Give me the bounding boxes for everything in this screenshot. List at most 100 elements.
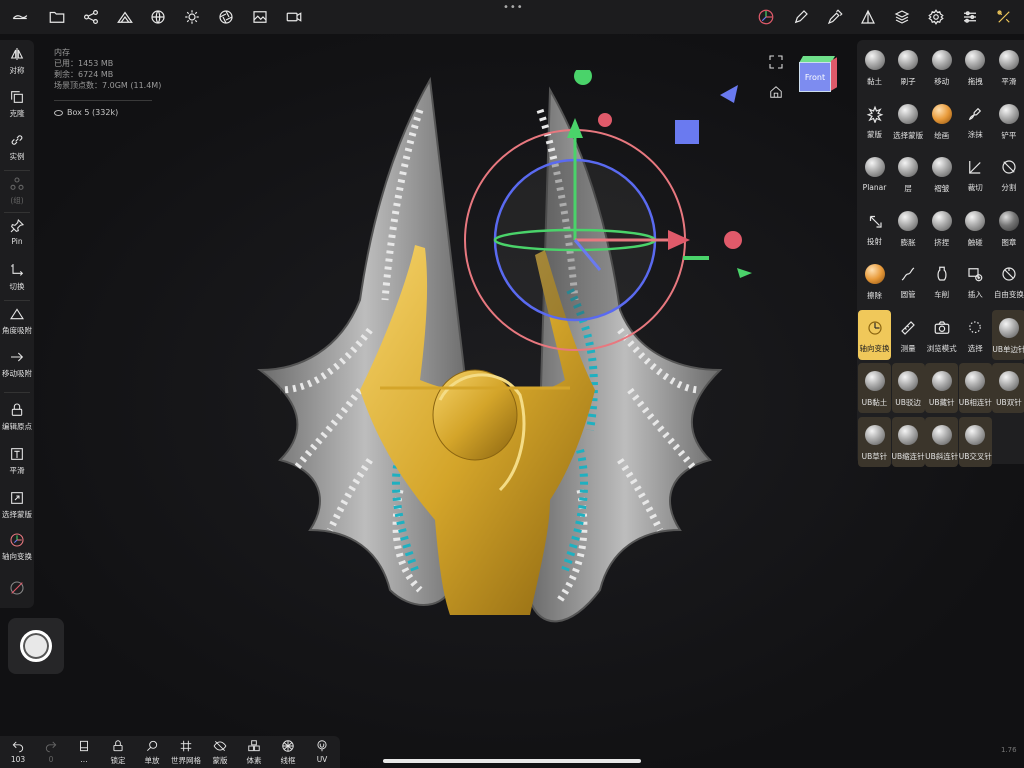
brush-4-3[interactable]: 插入 (959, 256, 992, 306)
multitask-handle[interactable]: ••• (503, 3, 523, 13)
brush-5-3[interactable]: 选择 (959, 310, 992, 360)
gear-icon[interactable] (924, 5, 948, 29)
angle-snap-button[interactable]: 角度吸附 (0, 306, 34, 336)
brush-5-2[interactable]: 浏览模式 (925, 310, 958, 360)
cube-front-face[interactable]: Front (799, 62, 831, 92)
brush-6-1[interactable]: UB驳边 (891, 363, 925, 413)
video-icon[interactable] (282, 5, 306, 29)
brush-7-0[interactable]: UB草针 (858, 416, 891, 467)
instance-button[interactable]: 实例 (0, 132, 34, 162)
clone-button[interactable]: 克隆 (0, 89, 34, 119)
axis-transform-button[interactable]: 轴向变换 (0, 532, 34, 562)
brush-2-3[interactable]: 裁切 (959, 149, 992, 199)
active-object-label[interactable]: Box 5 (332k) (54, 108, 118, 117)
brush-3-2[interactable]: 挤捏 (925, 203, 958, 253)
brush-3-1[interactable]: 膨胀 (892, 203, 925, 253)
color-swatch[interactable] (0, 580, 34, 596)
brush-sphere-icon (864, 50, 885, 70)
topology-icon[interactable] (856, 5, 880, 29)
brush-label: 膨胀 (900, 237, 916, 247)
image-icon[interactable] (248, 5, 272, 29)
globe-icon[interactable] (146, 5, 170, 29)
brush-0-1[interactable]: 刷子 (892, 42, 925, 92)
brush-size-control[interactable] (8, 618, 64, 674)
navigation-cube[interactable]: Front (795, 56, 837, 96)
brush-4-0[interactable]: 擦除 (858, 256, 891, 306)
brush-2-4[interactable]: 分割 (992, 149, 1024, 199)
symmetry-button[interactable]: 对称 (0, 46, 34, 76)
undo-button[interactable]: 103 (2, 739, 34, 764)
tube-icon (901, 267, 915, 281)
redo-button[interactable]: 0 (35, 739, 67, 764)
folder-icon[interactable] (45, 5, 69, 29)
brush-0-4[interactable]: 平滑 (992, 42, 1024, 92)
brush-5-0[interactable]: 轴向变换 (858, 309, 891, 360)
brush-3-0[interactable]: 投射 (858, 203, 891, 253)
sliders-icon[interactable] (958, 5, 982, 29)
brush-label: 挤捏 (934, 237, 950, 247)
share-nodes-icon[interactable] (79, 5, 103, 29)
uv-button[interactable]: UV (306, 739, 338, 764)
pin-button[interactable]: Pin (0, 218, 34, 246)
brush-sphere-icon (864, 371, 885, 391)
smooth-button[interactable]: 平滑 (0, 446, 34, 476)
brush-6-0[interactable]: UB黏土 (858, 363, 891, 413)
brush-4-4[interactable]: 自由变换 (992, 256, 1024, 306)
fullscreen-button[interactable] (768, 54, 784, 70)
brush-4-2[interactable]: 车削 (925, 256, 958, 306)
solo-button[interactable]: 单放 (136, 739, 168, 766)
brush-0-0[interactable]: 黏土 (858, 42, 891, 92)
brush-sphere-icon (864, 424, 885, 445)
transform-gizmo[interactable] (464, 70, 752, 351)
home-indicator[interactable] (383, 759, 641, 763)
brush-sphere-icon (998, 317, 1019, 338)
edit-origin-button[interactable]: 编辑原点 (0, 402, 34, 432)
gizmo-icon[interactable] (754, 5, 778, 29)
brush-4-1[interactable]: 圆管 (892, 256, 925, 306)
lock-button[interactable]: 锁定 (102, 739, 134, 766)
jewelry-model[interactable] (240, 70, 780, 660)
group-button[interactable]: (组) (0, 176, 34, 206)
brush-0-3[interactable]: 拖拽 (959, 42, 992, 92)
pencil-icon[interactable] (789, 5, 813, 29)
brush-1-0[interactable]: 蒙版 (858, 96, 891, 146)
brush-1-1[interactable]: 选择蒙版 (892, 96, 925, 146)
eye-slash-icon (213, 741, 227, 751)
wireframe-button[interactable]: 线框 (272, 739, 304, 766)
voxel-button[interactable]: 体素 (238, 739, 270, 766)
brush-7-1[interactable]: UB缩连针 (892, 416, 925, 467)
brush-7-3[interactable]: UB交叉针 (959, 416, 992, 467)
mask-button[interactable]: 蒙版 (204, 739, 236, 766)
memory-used: 已用：1453 MB (54, 59, 114, 68)
brush-6-2[interactable]: UB藏针 (925, 363, 959, 413)
world-grid-button[interactable]: 世界网格 (170, 739, 202, 766)
history-button[interactable]: ... (68, 739, 100, 764)
switch-button[interactable]: 切换 (0, 262, 34, 292)
select-mask-button[interactable]: 选择蒙版 (0, 490, 34, 520)
brush-2-2[interactable]: 褶皱 (925, 149, 958, 199)
brush-2-1[interactable]: 层 (892, 149, 925, 199)
home-view-button[interactable] (769, 84, 783, 98)
brush-0-2[interactable]: 移动 (925, 42, 958, 92)
menu-logo-icon[interactable] (8, 5, 32, 29)
brush-3-4[interactable]: 图章 (992, 203, 1024, 253)
tools-icon[interactable] (992, 5, 1016, 29)
brush-2-0[interactable]: Planar (858, 149, 891, 199)
brush-3-3[interactable]: 触碰 (959, 203, 992, 253)
select-mask-icon (11, 492, 23, 504)
brush-1-3[interactable]: 涂抹 (959, 96, 992, 146)
brush-6-3[interactable]: UB相连针 (959, 363, 992, 413)
scene-icon[interactable] (113, 5, 137, 29)
aperture-icon[interactable] (214, 5, 238, 29)
brush-6-4[interactable]: UB双针 (992, 363, 1024, 413)
eyedropper-icon[interactable] (823, 5, 847, 29)
layers-icon[interactable] (890, 5, 914, 29)
brush-7-2[interactable]: UB斜连针 (925, 416, 958, 467)
sun-icon[interactable] (180, 5, 204, 29)
brush-5-1[interactable]: 测量 (892, 310, 925, 360)
move-snap-button[interactable]: 移动吸附 (0, 349, 34, 379)
cube-side-face[interactable] (831, 57, 837, 91)
brush-5-4[interactable]: UB单边针 (992, 309, 1024, 360)
brush-1-4[interactable]: 铲平 (992, 96, 1024, 146)
brush-1-2[interactable]: 绘画 (925, 96, 958, 146)
